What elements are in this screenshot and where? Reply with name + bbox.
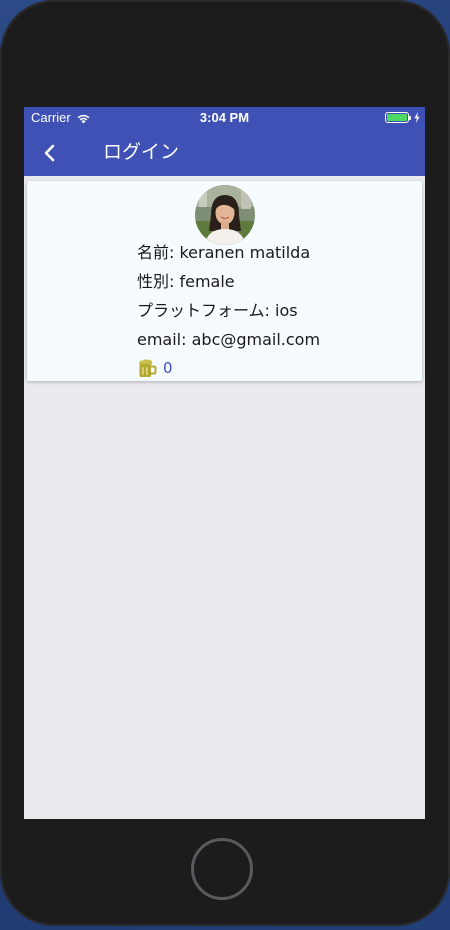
device-frame: Carrier 3:04 PM ログイン 名前: keranen matilda… [0, 0, 450, 926]
email-line: email: abc@gmail.com [137, 330, 321, 349]
avatar-photo [195, 185, 255, 245]
bolt-icon [414, 112, 420, 123]
name-line: 名前: keranen matilda [137, 243, 311, 262]
beer-mug-icon [139, 359, 157, 377]
profile-card: 名前: keranen matilda 性別: female プラットフォーム:… [27, 181, 422, 381]
chevron-left-icon [44, 144, 55, 162]
points-value: 0 [163, 359, 173, 377]
battery-level [387, 114, 407, 121]
status-time: 3:04 PM [199, 110, 250, 125]
battery-tip [409, 115, 411, 120]
battery-icon [385, 112, 409, 123]
page-title: ログイン [103, 141, 180, 163]
app-screen: Carrier 3:04 PM ログイン 名前: keranen matilda… [24, 107, 425, 819]
avatar [195, 185, 255, 245]
battery-indicator [385, 112, 420, 123]
points-row: 0 [137, 358, 173, 378]
home-button[interactable] [191, 838, 253, 900]
platform-line: プラットフォーム: ios [137, 301, 298, 320]
back-button[interactable] [38, 140, 62, 166]
navigation-bar: ログイン [24, 129, 425, 176]
status-bar: Carrier 3:04 PM [24, 107, 425, 129]
gender-line: 性別: female [137, 272, 235, 291]
